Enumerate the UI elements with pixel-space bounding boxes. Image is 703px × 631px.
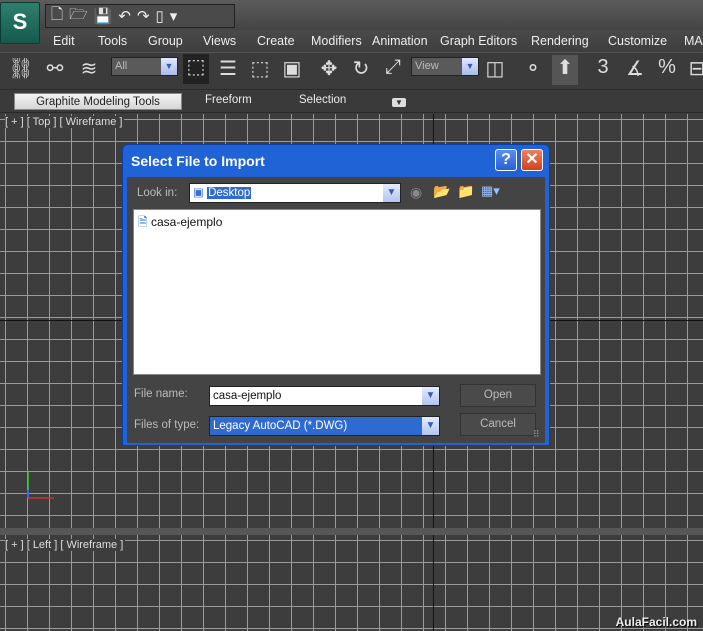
scale-icon[interactable]: ⤢ <box>380 56 406 79</box>
chevron-down-icon: ▼ <box>161 58 177 75</box>
desktop-icon: ▣ <box>193 187 204 199</box>
viewport-left[interactable]: [ + ] [ Left ] [ Wireframe ] <box>0 535 703 631</box>
snap-toggle-icon[interactable]: 3 <box>590 56 616 79</box>
menu-customize[interactable]: Customize <box>608 34 667 48</box>
bind-space-warp-icon[interactable]: ≋ <box>76 56 102 81</box>
import-file-dialog: Select File to Import ? ✕ Look in: ▣ Des… <box>122 144 550 446</box>
manipulate-icon[interactable]: ⚬ <box>520 56 546 81</box>
file-name: casa-ejemplo <box>151 215 223 229</box>
up-folder-icon[interactable]: 📂 <box>433 183 450 200</box>
redo-icon[interactable]: ↷ <box>137 7 150 25</box>
chevron-down-icon: ▼ <box>462 58 478 75</box>
new-file-icon[interactable]: 🗋 <box>51 4 63 29</box>
look-in-dropdown[interactable]: ▣ Desktop ▼ <box>189 183 401 203</box>
menu-edit[interactable]: Edit <box>53 34 75 48</box>
menu-animation[interactable]: Animation <box>372 34 428 48</box>
select-by-name-icon[interactable]: ☰ <box>215 56 241 81</box>
menu-modifiers[interactable]: Modifiers <box>311 34 362 48</box>
menu-tools[interactable]: Tools <box>98 34 127 48</box>
menu-group[interactable]: Group <box>148 34 183 48</box>
chevron-down-icon: ▼ <box>422 417 439 435</box>
angle-snap-icon[interactable]: ∡ <box>622 56 648 81</box>
selection-filter-dropdown[interactable]: All ▼ <box>111 57 178 76</box>
project-folder-icon[interactable]: ▯ <box>156 7 164 25</box>
view-menu-icon[interactable]: ▦▾ <box>481 183 500 199</box>
window-crossing-icon[interactable]: ▣ <box>279 56 305 81</box>
back-icon[interactable]: ◉ <box>410 184 422 201</box>
file-icon: 🗎 <box>138 215 148 229</box>
tab-graphite-modeling-tools[interactable]: Graphite Modeling Tools <box>14 93 182 110</box>
rotate-icon[interactable]: ↻ <box>348 56 374 81</box>
chevron-down-icon: ▼ <box>383 184 400 202</box>
unlink-icon[interactable]: ⚯ <box>42 56 68 81</box>
file-name-label: File name: <box>134 388 188 400</box>
reference-coordinate-value: View <box>415 60 439 72</box>
dropdown-icon[interactable]: ▾ <box>170 7 178 25</box>
app-logo-button[interactable]: S <box>0 2 40 44</box>
close-button[interactable]: ✕ <box>521 149 543 171</box>
reference-coordinate-dropdown[interactable]: View ▼ <box>411 57 479 76</box>
menu-maxscript[interactable]: MA <box>684 34 703 48</box>
grid-axis-y <box>433 535 434 631</box>
rectangular-selection-icon[interactable]: ⬚ <box>247 56 273 81</box>
menu-rendering[interactable]: Rendering <box>531 34 589 48</box>
cancel-button[interactable]: Cancel <box>460 413 536 436</box>
watermark: AulaFacil.com <box>615 615 697 629</box>
file-name-value: casa-ejemplo <box>213 390 282 402</box>
selection-filter-value: All <box>115 60 128 72</box>
file-list[interactable]: 🗎 casa-ejemplo <box>133 209 541 375</box>
menu-create[interactable]: Create <box>257 34 295 48</box>
keyboard-shortcut-override-icon[interactable]: ⬆ <box>552 55 578 85</box>
dialog-title: Select File to Import <box>131 153 265 169</box>
axis-tripod-icon <box>27 472 54 499</box>
menu-views[interactable]: Views <box>203 34 236 48</box>
new-folder-icon[interactable]: 📁 <box>457 183 474 200</box>
undo-icon[interactable]: ↶ <box>118 7 131 25</box>
dialog-body: Look in: ▣ Desktop ▼ ◉ 📂 📁 ▦▾ 🗎 casa-eje… <box>127 177 545 443</box>
list-item[interactable]: 🗎 casa-ejemplo <box>138 213 222 234</box>
open-folder-icon[interactable]: 🗁 <box>69 4 88 29</box>
quick-access-toolbar: 🗋 🗁 💾 ↶ ↷ ▯ ▾ <box>45 4 235 28</box>
menu-graph-editors[interactable]: Graph Editors <box>440 34 517 48</box>
link-icon[interactable]: ⛓ <box>8 56 34 81</box>
percent-snap-icon[interactable]: % <box>654 56 680 79</box>
file-name-input[interactable]: casa-ejemplo ▼ <box>209 386 440 406</box>
files-of-type-value: Legacy AutoCAD (*.DWG) <box>213 420 348 432</box>
look-in-value: Desktop <box>207 187 252 199</box>
open-button[interactable]: Open <box>460 384 536 407</box>
spinner-snap-icon[interactable]: ⊟ <box>684 56 703 81</box>
look-in-label: Look in: <box>137 187 178 199</box>
files-of-type-label: Files of type: <box>134 419 200 431</box>
save-icon[interactable]: 💾 <box>94 7 113 25</box>
move-icon[interactable]: ✥ <box>316 56 342 81</box>
help-button[interactable]: ? <box>495 149 517 171</box>
ribbon-minimize-icon[interactable]: ▼ <box>392 98 406 107</box>
tab-freeform[interactable]: Freeform <box>205 94 252 106</box>
viewport-label[interactable]: [ + ] [ Top ] [ Wireframe ] <box>5 116 125 128</box>
viewport-label[interactable]: [ + ] [ Left ] [ Wireframe ] <box>5 539 126 551</box>
files-of-type-dropdown[interactable]: Legacy AutoCAD (*.DWG) ▼ <box>209 416 440 436</box>
resize-grip-icon[interactable]: ⠿ <box>533 429 540 440</box>
tab-selection[interactable]: Selection <box>299 94 346 106</box>
chevron-down-icon: ▼ <box>422 387 439 405</box>
select-object-icon[interactable]: ⬚ <box>183 54 209 84</box>
pivot-center-icon[interactable]: ◫ <box>482 56 508 81</box>
viewport-divider[interactable] <box>0 528 703 535</box>
